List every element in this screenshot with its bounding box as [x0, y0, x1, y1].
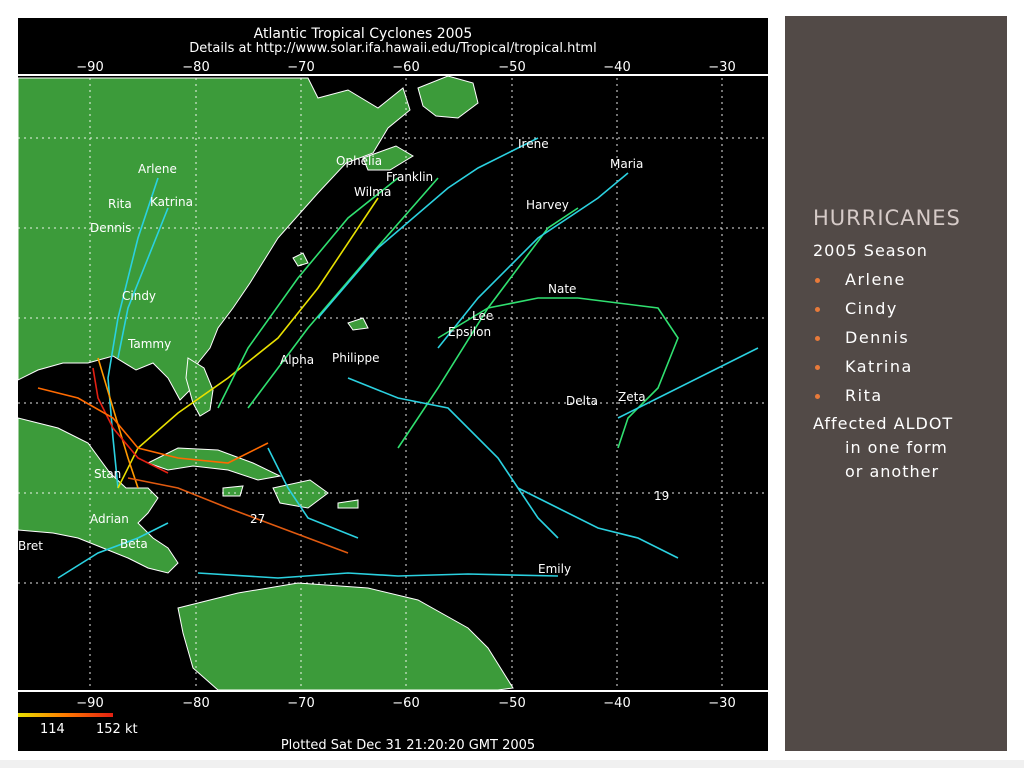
storm-label: 27 [250, 512, 265, 526]
lon-tick-bottom: −50 [498, 696, 525, 711]
legend-min-label: 114 [40, 722, 65, 737]
lon-tick-bottom: −60 [392, 696, 419, 711]
hurricane-item: Cindy [845, 299, 898, 318]
storm-label: Zeta [618, 390, 646, 404]
storm-label: Nate [548, 282, 576, 296]
lon-tick-bottom: −70 [287, 696, 314, 711]
hurricane-info-panel: HURRICANES 2005 Season Arlene Cindy Denn… [785, 16, 1007, 751]
panel-title: HURRICANES [813, 206, 961, 230]
lon-tick-bottom: −30 [708, 696, 735, 711]
storm-label: Rita [108, 197, 132, 211]
lon-tick-top: −90 [76, 60, 103, 75]
storm-label: Irene [518, 137, 549, 151]
hurricane-track-map: Atlantic Tropical Cyclones 2005 Details … [18, 18, 768, 751]
season-subtitle: 2005 Season [813, 241, 928, 260]
bullet-icon [815, 336, 820, 341]
storm-label: Harvey [526, 198, 569, 212]
landmass [18, 75, 514, 691]
lon-tick-bottom: −80 [182, 696, 209, 711]
storm-label: Epsilon [448, 325, 491, 339]
storm-label: 19 [654, 489, 669, 503]
hurricane-item: Dennis [845, 328, 910, 347]
storm-label: Wilma [354, 185, 391, 199]
storm-label: Beta [120, 537, 148, 551]
bullet-icon [815, 307, 820, 312]
lon-tick-bottom: −90 [76, 696, 103, 711]
storm-label: Franklin [386, 170, 433, 184]
map-title: Atlantic Tropical Cyclones 2005 [254, 26, 473, 42]
storm-label: Alpha [280, 353, 314, 367]
hurricane-item: Arlene [845, 270, 906, 289]
storm-label: Maria [610, 157, 643, 171]
hurricane-item: Katrina [845, 357, 913, 376]
affected-note-line-3: or another [845, 462, 940, 481]
intensity-legend-bar [18, 713, 113, 717]
lon-tick-top: −30 [708, 60, 735, 75]
lon-tick-top: −80 [182, 60, 209, 75]
bullet-icon [815, 365, 820, 370]
storm-label: Tammy [127, 337, 171, 351]
lon-tick-top: −60 [392, 60, 419, 75]
legend-max-label: 152 kt [96, 722, 138, 737]
storm-label: Katrina [150, 195, 193, 209]
storm-label: Emily [538, 562, 571, 576]
storm-label: Arlene [138, 162, 177, 176]
hurricane-item: Rita [845, 386, 883, 405]
bullet-icon [815, 278, 820, 283]
storm-label: Delta [566, 394, 598, 408]
storm-label: Philippe [332, 351, 379, 365]
affected-note-line-2: in one form [845, 438, 948, 457]
lon-tick-top: −70 [287, 60, 314, 75]
slide-footer-strip [0, 760, 1024, 768]
map-details-link: Details at http://www.solar.ifa.hawaii.e… [189, 41, 596, 56]
lon-tick-top: −50 [498, 60, 525, 75]
storm-label: Dennis [90, 221, 131, 235]
storm-label: Cindy [122, 289, 156, 303]
bullet-icon [815, 394, 820, 399]
storm-label: Ophelia [336, 154, 382, 168]
storm-label: Adrian [90, 512, 129, 526]
map-canvas: Atlantic Tropical Cyclones 2005 Details … [18, 26, 768, 751]
lon-tick-bottom: −40 [603, 696, 630, 711]
storm-label: Bret [18, 539, 43, 553]
plotted-timestamp: Plotted Sat Dec 31 21:20:20 GMT 2005 [281, 738, 535, 751]
lon-tick-top: −40 [603, 60, 630, 75]
storm-label: Stan [94, 467, 121, 481]
affected-note-line-1: Affected ALDOT [813, 414, 954, 433]
storm-label: Lee [472, 309, 493, 323]
